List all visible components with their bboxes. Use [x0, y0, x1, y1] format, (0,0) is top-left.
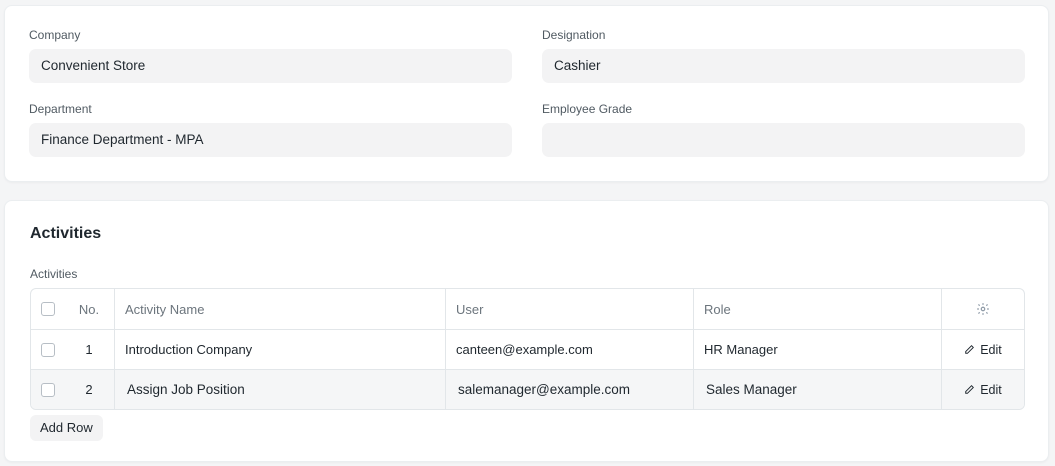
activities-section-title: Activities	[30, 225, 102, 242]
role-cell[interactable]: HR Manager	[693, 330, 941, 369]
select-all-checkbox[interactable]	[41, 302, 55, 316]
table-header-row: No. Activity Name User Role	[31, 289, 1024, 329]
add-row-button[interactable]: Add Row	[30, 415, 103, 441]
employee-grade-label: Employee Grade	[542, 102, 633, 116]
role-cell[interactable]: Sales Manager	[693, 370, 941, 409]
department-input[interactable]: Finance Department - MPA	[29, 123, 512, 157]
department-label: Department	[29, 102, 92, 116]
designation-input[interactable]: Cashier	[542, 49, 1025, 83]
department-field: Department Finance Department - MPA	[29, 101, 512, 157]
column-settings-button[interactable]	[941, 289, 1024, 329]
table-row[interactable]: 2 Assign Job Position salemanager@exampl…	[31, 369, 1024, 409]
select-all-cell	[31, 289, 64, 329]
activity-name-cell[interactable]: Introduction Company	[114, 330, 445, 369]
edit-label: Edit	[980, 382, 1002, 397]
row-checkbox[interactable]	[41, 342, 55, 357]
column-header-user: User	[445, 289, 693, 329]
designation-label: Designation	[542, 28, 606, 42]
edit-row-button[interactable]: Edit	[964, 383, 1002, 397]
activity-name-cell[interactable]: Assign Job Position	[114, 370, 445, 409]
column-header-role: Role	[693, 289, 941, 329]
employee-details-card: Company Convenient Store Designation Cas…	[4, 5, 1049, 182]
row-select-cell	[31, 330, 64, 369]
edit-cell: Edit	[941, 370, 1024, 409]
pencil-icon	[965, 345, 975, 354]
edit-row-button[interactable]: Edit	[964, 343, 1002, 357]
column-header-no: No.	[78, 301, 100, 317]
edit-label: Edit	[980, 342, 1002, 357]
activities-card: Activities Activities No. Activity Name …	[4, 200, 1049, 462]
user-cell[interactable]: canteen@example.com	[445, 330, 693, 369]
activities-grid-label: Activities	[30, 267, 78, 281]
gear-icon	[977, 303, 989, 315]
edit-cell: Edit	[941, 330, 1024, 369]
row-number: 1	[85, 342, 93, 357]
designation-field: Designation Cashier	[542, 27, 1025, 83]
activities-table: No. Activity Name User Role 1 Introducti…	[30, 288, 1025, 410]
pencil-icon	[965, 385, 975, 394]
row-number: 2	[85, 382, 93, 397]
column-header-activity-name: Activity Name	[114, 289, 445, 329]
row-select-cell	[31, 370, 64, 409]
table-row[interactable]: 1 Introduction Company canteen@example.c…	[31, 329, 1024, 369]
employee-grade-field: Employee Grade	[542, 101, 1025, 157]
row-checkbox[interactable]	[41, 382, 55, 397]
company-field: Company Convenient Store	[29, 27, 512, 83]
employee-grade-input[interactable]	[542, 123, 1025, 157]
company-input[interactable]: Convenient Store	[29, 49, 512, 83]
user-cell[interactable]: salemanager@example.com	[445, 370, 693, 409]
company-label: Company	[29, 28, 81, 42]
